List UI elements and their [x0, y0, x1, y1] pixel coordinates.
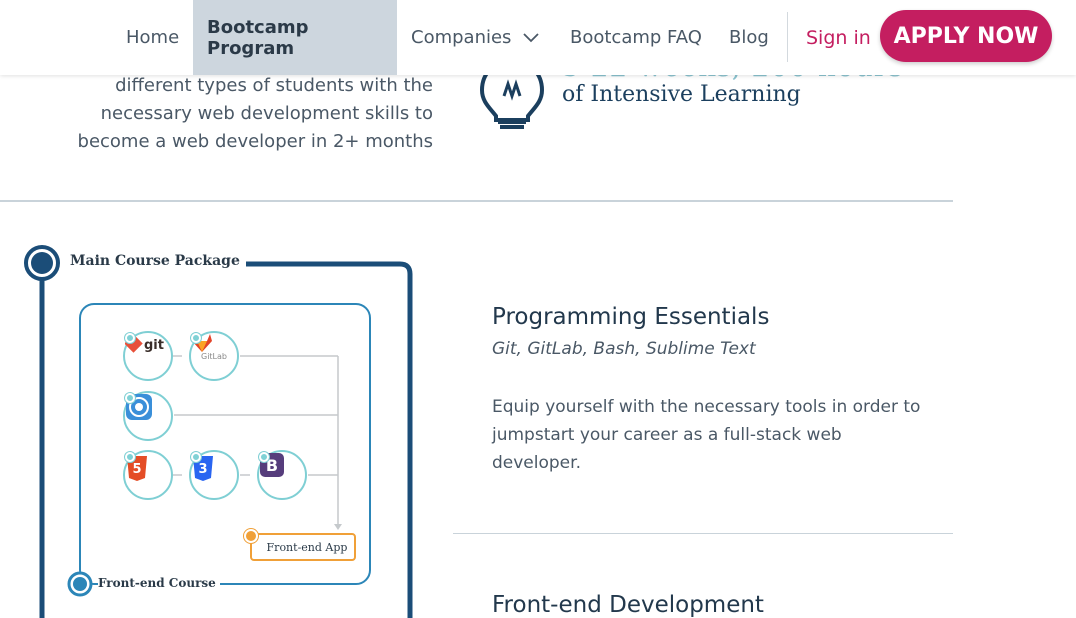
section-divider: [0, 200, 953, 202]
nav-companies[interactable]: Companies: [411, 0, 540, 75]
intro-text: different types of students with the nec…: [77, 75, 433, 152]
top-navbar: Home Bootcamp Program Companies Bootcamp…: [0, 0, 1076, 75]
frontend-app-box: Front-end App: [250, 533, 356, 561]
nav-blog[interactable]: Blog: [729, 0, 769, 75]
bootstrap-node-dot: [259, 452, 269, 462]
frontend-course-label: Front-end Course: [98, 576, 220, 590]
section-divider-mid: [453, 533, 953, 534]
course-diagram: Main Course Package Front-end Course git…: [22, 240, 422, 618]
stat-subtitle: of Intensive Learning: [562, 82, 801, 107]
section-tools-list: Git, GitLab, Bash, Sublime Text: [492, 339, 756, 359]
html5-text: 5: [132, 462, 141, 477]
gitlab-text: GitLab: [201, 352, 227, 361]
course-path-graphic: [24, 245, 413, 618]
chrome-node-dot: [125, 393, 135, 403]
main-course-label: Main Course Package: [70, 253, 246, 269]
git-node-dot: [125, 333, 135, 343]
git-text: git: [144, 338, 164, 353]
nav-bootcamp-faq[interactable]: Bootcamp FAQ: [570, 0, 702, 75]
gitlab-node-dot: [191, 333, 201, 343]
section-description: Equip yourself with the necessary tools …: [492, 397, 921, 473]
nav-home[interactable]: Home: [126, 0, 179, 75]
frontend-app-dot: [244, 529, 258, 543]
apply-now-button[interactable]: APPLY NOW: [880, 10, 1052, 62]
nav-companies-label: Companies: [411, 27, 512, 48]
section-title-frontend-development: Front-end Development: [492, 592, 764, 618]
section-title-programming-essentials: Programming Essentials: [492, 304, 770, 330]
css3-node-dot: [191, 452, 201, 462]
nav-bootcamp-program[interactable]: Bootcamp Program: [193, 0, 397, 75]
sign-in-link[interactable]: Sign in: [806, 0, 871, 75]
css3-text: 3: [198, 462, 207, 477]
html5-node-dot: [125, 452, 135, 462]
chevron-down-icon: [523, 32, 540, 42]
nav-separator: [787, 12, 788, 62]
